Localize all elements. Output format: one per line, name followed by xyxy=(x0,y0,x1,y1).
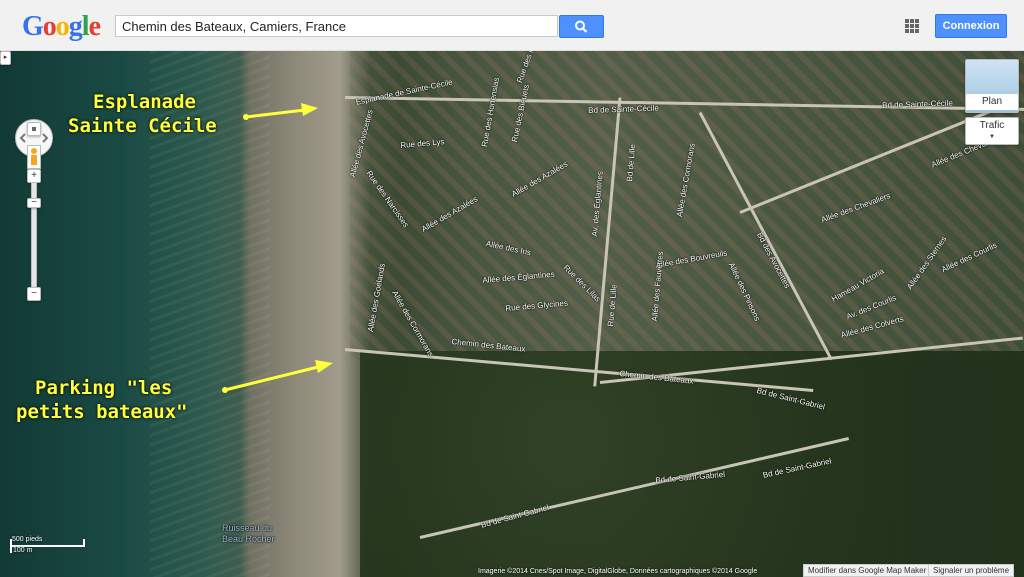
annotation-parking: Parking "les xyxy=(35,377,172,400)
zoom-out-button[interactable]: − xyxy=(27,287,41,301)
logo-letter: l xyxy=(81,11,90,42)
logo-letter: o xyxy=(55,11,70,42)
pegman-icon[interactable] xyxy=(27,145,41,169)
map-thumbnail xyxy=(966,60,1018,94)
annotation-esplanade: Sainte Cécile xyxy=(68,115,217,138)
top-bar: Google Chemin des Bateaux, Camiers, Fran… xyxy=(0,0,1024,51)
scale-meters: 100 m xyxy=(13,547,33,554)
annotation-line: Sainte Cécile xyxy=(68,115,217,137)
annotation-line: Esplanade xyxy=(93,91,196,113)
logo-letter: o xyxy=(42,11,57,42)
zoom-slider-handle[interactable]: − xyxy=(27,198,41,208)
traffic-button[interactable]: Trafic ▼ xyxy=(965,117,1019,145)
scale-bar: 500 pieds 100 m xyxy=(7,535,85,557)
search-button[interactable] xyxy=(559,15,604,38)
annotation-parking: petits bateaux" xyxy=(16,401,188,424)
apps-grid-icon[interactable] xyxy=(905,19,919,33)
scale-feet: 500 pieds xyxy=(12,536,43,543)
logo-letter: e xyxy=(88,11,101,42)
annotation-esplanade: Esplanade xyxy=(93,91,196,114)
place-label: Ruisseau du xyxy=(222,523,273,533)
expand-panel-button[interactable]: ▸ xyxy=(0,51,11,65)
chevron-down-icon: ▼ xyxy=(989,134,995,140)
signin-button[interactable]: Connexion xyxy=(935,14,1007,38)
map-attribution: Imagerie ©2014 Cnes/Spot Image, DigitalG… xyxy=(478,568,758,575)
map-satellite-view[interactable]: Esplanade de Sainte-Cécile Bd de Sainte-… xyxy=(0,51,1024,577)
place-label: Beau Rocher xyxy=(222,534,275,544)
zoom-in-button[interactable]: + xyxy=(27,169,41,183)
annotation-line: petits bateaux" xyxy=(16,401,188,423)
map-layer-button[interactable]: Plan xyxy=(965,59,1019,113)
report-problem-link[interactable]: Signaler un problème xyxy=(928,564,1015,577)
logo-letter: G xyxy=(22,11,44,42)
google-logo[interactable]: Google xyxy=(22,11,101,43)
magnifier-icon xyxy=(575,20,588,33)
annotation-line: Parking "les xyxy=(35,377,173,399)
search-input[interactable]: Chemin des Bateaux, Camiers, France xyxy=(115,15,558,37)
dot-icon xyxy=(32,127,36,131)
map-maker-link[interactable]: Modifier dans Google Map Maker xyxy=(803,564,932,577)
locate-button[interactable] xyxy=(27,122,41,136)
map-layer-label: Plan xyxy=(966,94,1018,110)
logo-letter: g xyxy=(68,11,83,42)
traffic-label: Trafic xyxy=(979,120,1005,131)
